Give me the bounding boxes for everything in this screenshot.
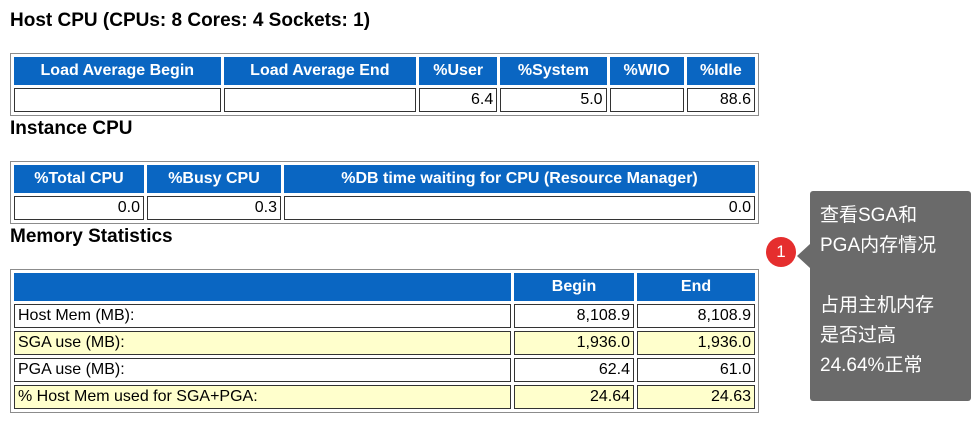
callout-text-line: PGA内存情况	[820, 235, 937, 256]
row-label: PGA use (MB):	[14, 358, 511, 382]
column-header: %DB time waiting for CPU (Resource Manag…	[284, 165, 755, 193]
memory-statistics-table: Begin End Host Mem (MB): 8,108.9 8,108.9…	[10, 269, 759, 413]
table-cell: 62.4	[514, 358, 634, 382]
table-cell	[609, 88, 684, 112]
row-label: SGA use (MB):	[14, 331, 511, 355]
table-cell: 8,108.9	[514, 304, 634, 328]
table-cell: 6.4	[419, 88, 498, 112]
callout-pointer	[797, 244, 810, 268]
table-row: PGA use (MB): 62.4 61.0	[14, 358, 755, 382]
column-header: Begin	[514, 273, 634, 301]
table-row: % Host Mem used for SGA+PGA: 24.64 24.63	[14, 385, 755, 409]
table-header-row: %Total CPU %Busy CPU %DB time waiting fo…	[14, 165, 755, 193]
row-label: % Host Mem used for SGA+PGA:	[14, 385, 511, 409]
table-cell	[223, 88, 417, 112]
annotation-callout: 查看SGA和 PGA内存情况 占用主机内存 是否过高 24.64%正常	[810, 191, 971, 401]
column-header: %WIO	[609, 57, 684, 85]
table-header-row: Begin End	[14, 273, 755, 301]
table-header-row: Load Average Begin Load Average End %Use…	[14, 57, 755, 85]
instance-cpu-table: %Total CPU %Busy CPU %DB time waiting fo…	[10, 161, 759, 224]
callout-text-line: 是否过高	[820, 325, 897, 346]
table-row: 6.4 5.0 88.6	[14, 88, 755, 112]
table-cell	[14, 88, 221, 112]
instance-cpu-title: Instance CPU	[10, 118, 133, 139]
row-label: Host Mem (MB):	[14, 304, 511, 328]
callout-text-line: 24.64%正常	[820, 355, 923, 376]
table-cell: 61.0	[637, 358, 755, 382]
table-row: 0.0 0.3 0.0	[14, 196, 755, 220]
table-cell: 88.6	[686, 88, 755, 112]
table-cell: 1,936.0	[514, 331, 634, 355]
column-header: Load Average Begin	[14, 57, 221, 85]
callout-text-line: 查看SGA和	[820, 205, 918, 226]
host-cpu-table: Load Average Begin Load Average End %Use…	[10, 53, 759, 116]
table-row: SGA use (MB): 1,936.0 1,936.0	[14, 331, 755, 355]
table-cell: 1,936.0	[637, 331, 755, 355]
column-header: %Idle	[686, 57, 755, 85]
table-row: Host Mem (MB): 8,108.9 8,108.9	[14, 304, 755, 328]
table-cell: 0.0	[284, 196, 755, 220]
column-header: %User	[419, 57, 498, 85]
annotation-badge: 1	[766, 237, 796, 267]
column-header: %Busy CPU	[147, 165, 281, 193]
table-cell: 24.63	[637, 385, 755, 409]
table-cell: 5.0	[500, 88, 607, 112]
callout-text-line: 占用主机内存	[820, 295, 935, 316]
column-header: %System	[500, 57, 607, 85]
memory-statistics-title: Memory Statistics	[10, 226, 173, 247]
column-header: %Total CPU	[14, 165, 144, 193]
column-header: Load Average End	[223, 57, 417, 85]
callout-spacer	[820, 261, 971, 291]
host-cpu-title: Host CPU (CPUs: 8 Cores: 4 Sockets: 1)	[10, 10, 371, 31]
table-cell: 0.3	[147, 196, 281, 220]
table-cell: 24.64	[514, 385, 634, 409]
column-header: End	[637, 273, 755, 301]
table-cell: 8,108.9	[637, 304, 755, 328]
table-cell: 0.0	[14, 196, 144, 220]
column-header	[14, 273, 511, 301]
